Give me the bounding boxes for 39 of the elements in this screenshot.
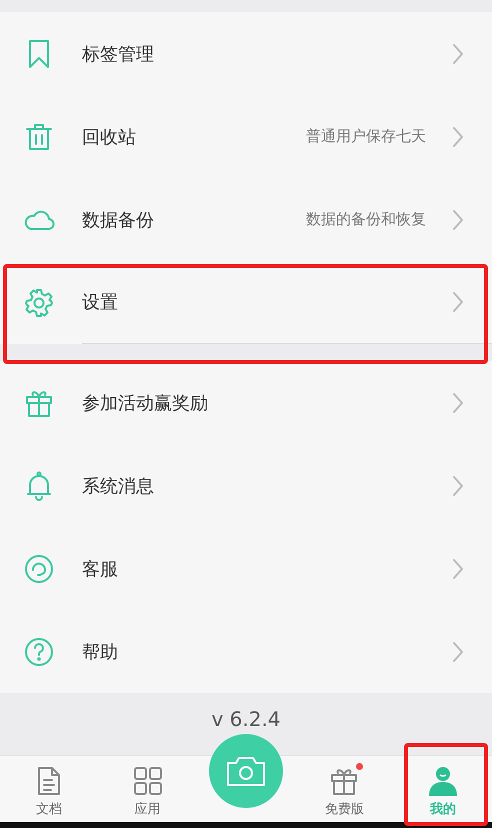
menu-label: 设置 bbox=[82, 291, 119, 314]
tab[interactable]: 应用 bbox=[98, 756, 197, 822]
menu-item[interactable]: 系统消息 bbox=[0, 444, 492, 527]
chevron-icon bbox=[452, 392, 464, 414]
trash-icon bbox=[25, 122, 53, 152]
menu-label: 参加活动赢奖励 bbox=[82, 392, 209, 414]
menu-item[interactable]: 帮助 bbox=[0, 610, 492, 693]
chevron-icon bbox=[452, 126, 464, 148]
chevron-icon bbox=[452, 208, 464, 230]
tab[interactable]: 免费版 bbox=[295, 756, 394, 822]
menu-item[interactable]: 标签管理 bbox=[0, 12, 492, 95]
menu-label: 数据备份 bbox=[82, 208, 155, 232]
person-icon bbox=[426, 766, 459, 796]
gift-icon bbox=[329, 766, 360, 796]
chevron-icon bbox=[452, 291, 464, 313]
menu-item[interactable]: 客服 bbox=[0, 527, 492, 610]
chevron-icon bbox=[452, 558, 464, 580]
menu-detail: 普通用户保存七天 bbox=[306, 127, 426, 146]
menu-item[interactable]: 参加活动赢奖励 bbox=[0, 361, 492, 444]
bell-icon bbox=[26, 470, 52, 500]
tab[interactable]: 文档 bbox=[0, 756, 98, 822]
menu-item[interactable]: 数据备份 数据的备份和恢复 bbox=[0, 178, 492, 261]
menu-detail: 数据的备份和恢复 bbox=[306, 210, 426, 229]
bookmark-icon bbox=[27, 38, 51, 68]
chevron-icon bbox=[452, 640, 464, 662]
menu-label: 帮助 bbox=[82, 640, 119, 664]
menu-label: 客服 bbox=[82, 558, 119, 580]
chevron-icon bbox=[452, 474, 464, 496]
menu-item[interactable]: 回收站 普通用户保存七天 bbox=[0, 95, 492, 178]
version-label: v 6.2.4 bbox=[211, 707, 281, 731]
menu-label: 标签管理 bbox=[82, 42, 155, 66]
grid-icon bbox=[132, 766, 163, 796]
chevron-icon bbox=[452, 42, 464, 64]
menu-label: 回收站 bbox=[82, 126, 137, 148]
settings-icon bbox=[24, 288, 54, 318]
document-icon bbox=[36, 766, 62, 796]
help-icon bbox=[24, 636, 54, 666]
camera-icon bbox=[226, 755, 266, 787]
menu-label: 系统消息 bbox=[82, 474, 155, 498]
